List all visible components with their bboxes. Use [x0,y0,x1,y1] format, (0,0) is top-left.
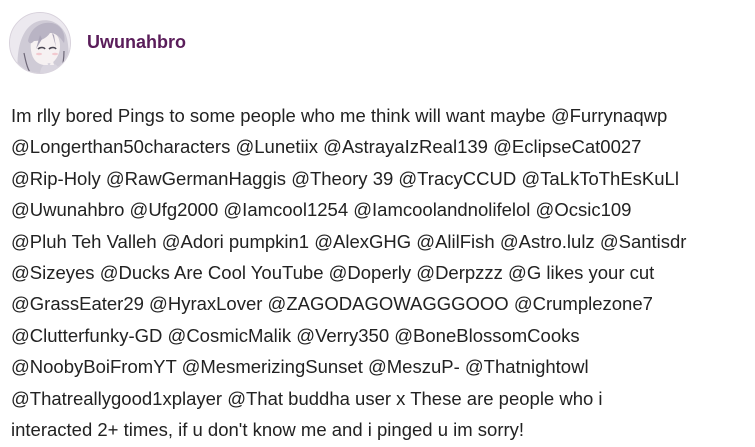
avatar[interactable] [9,12,71,74]
post-header: Uwunahbro [9,12,186,74]
post-body-line: @Clutterfunky-GD @CosmicMalik @Verry350 … [11,324,580,346]
anime-girl-avatar-icon [10,13,70,73]
post-body-line: @Thatreallygood1xplayer @That buddha use… [11,387,603,409]
post-body-line: @Rip-Holy @RawGermanHaggis @Theory 39 @T… [11,167,679,189]
post-body-line: @NoobyBoiFromYT @MesmerizingSunset @Mesz… [11,356,589,378]
post-body-line: @Longerthan50characters @Lunetiix @Astra… [11,136,642,158]
post-body-line: interacted 2+ times, if u don't know me … [11,419,525,441]
post-body-line: @GrassEater29 @HyraxLover @ZAGODAGOWAGGG… [11,293,653,315]
post-body-line: @Sizeyes @Ducks Are Cool YouTube @Doperl… [11,262,655,284]
post-body-line: @Pluh Teh Valleh @Adori pumpkin1 @AlexGH… [11,230,687,252]
post-body: Im rlly bored Pings to some people who m… [11,100,746,445]
post-body-line: Im rlly bored Pings to some people who m… [11,105,668,126]
post-body-line: @Uwunahbro @Ufg2000 @Iamcool1254 @Iamcoo… [11,199,632,221]
forum-post: Uwunahbro Im rlly bored Pings to some pe… [0,0,755,447]
username[interactable]: Uwunahbro [87,32,186,53]
